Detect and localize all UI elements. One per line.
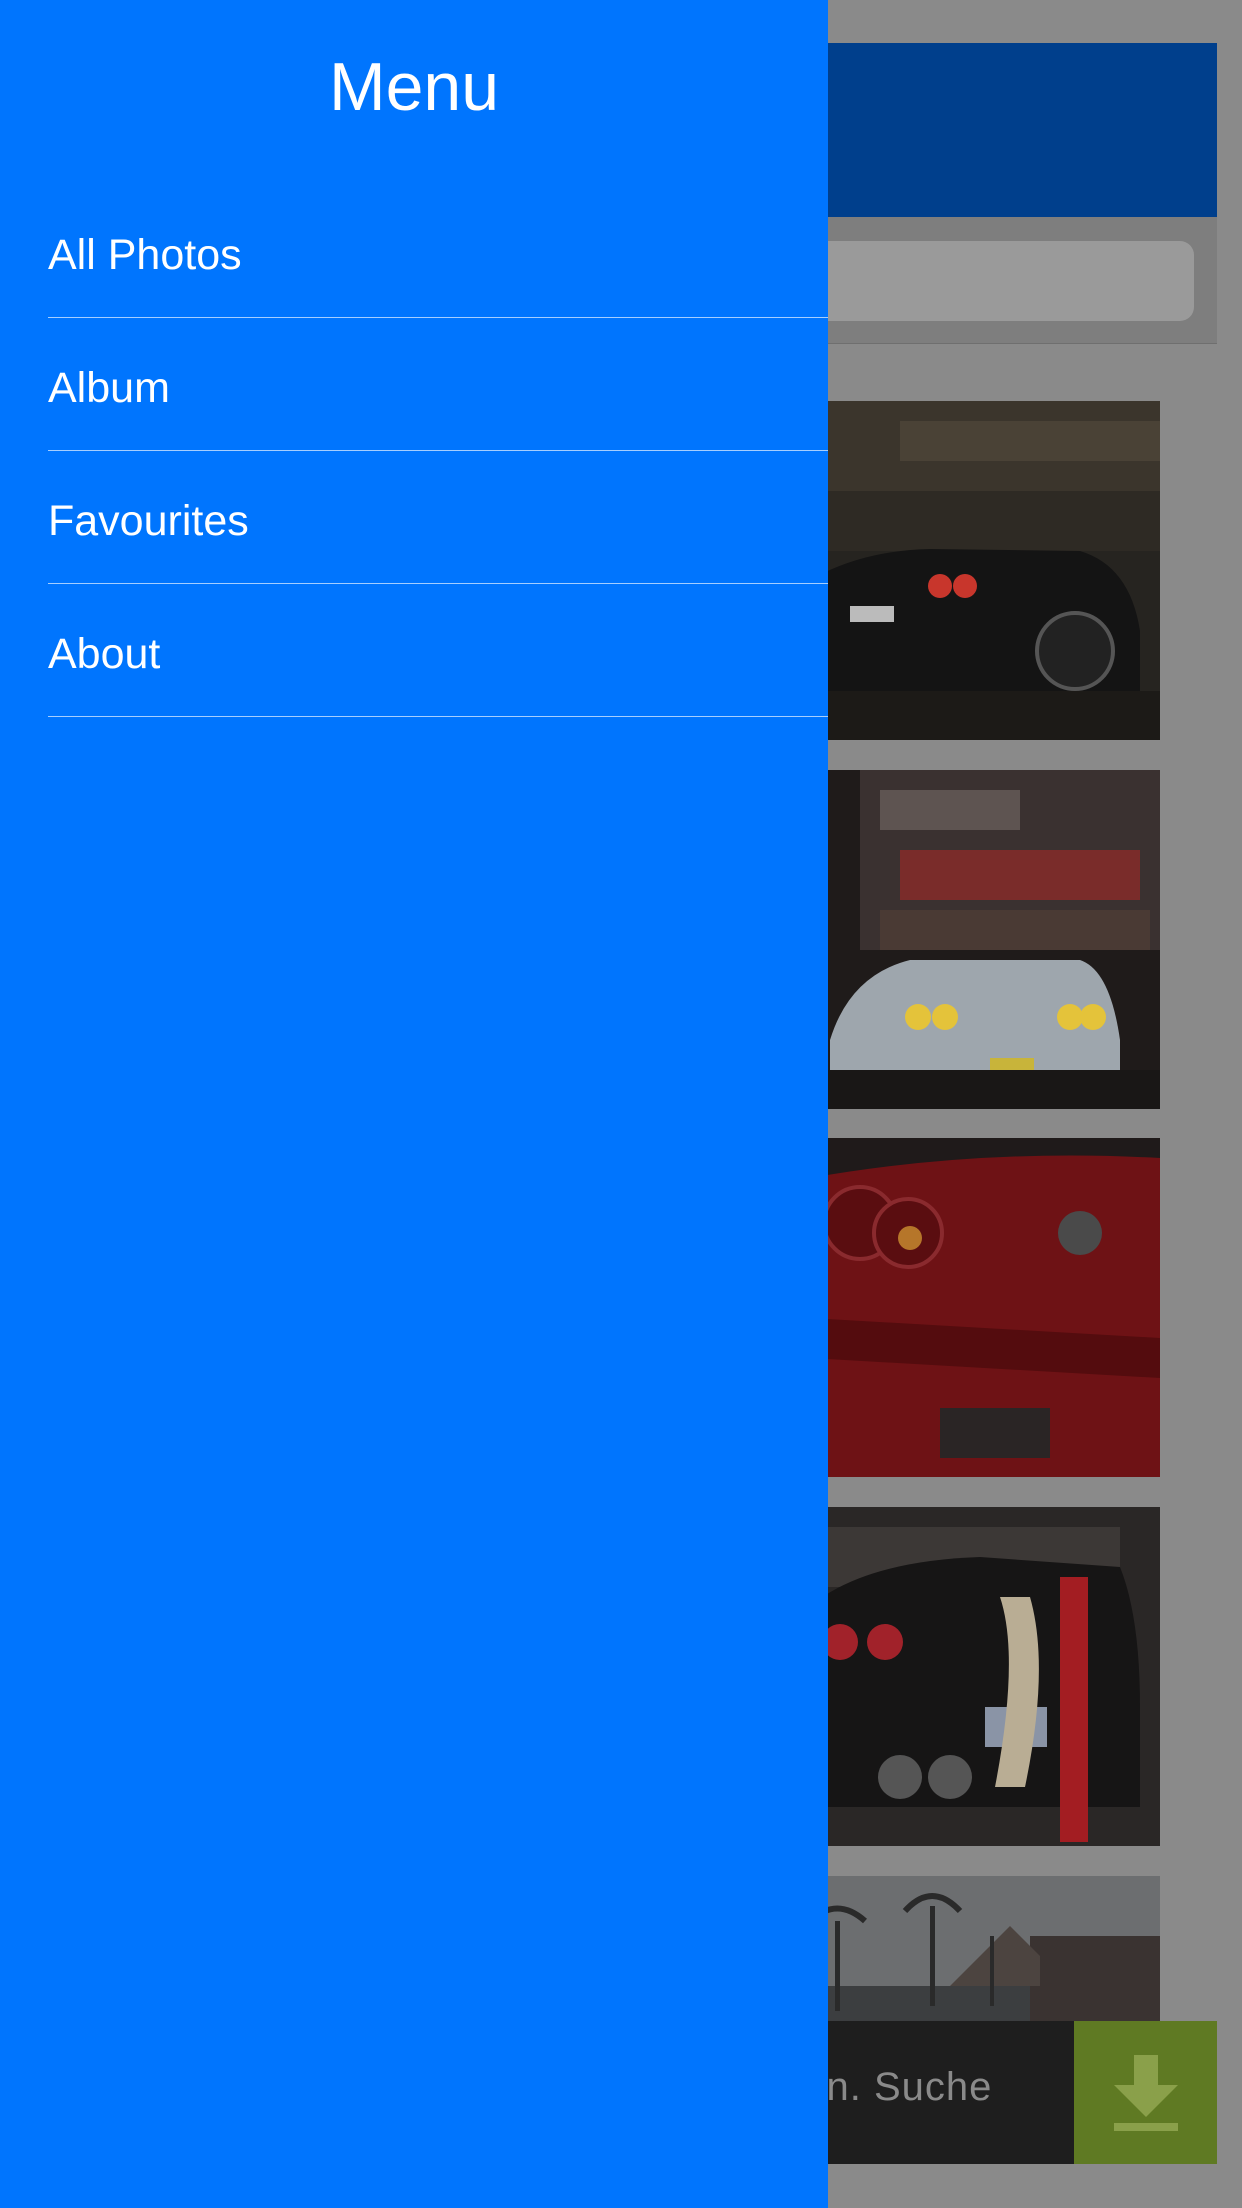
drawer-title: Menu — [328, 49, 500, 125]
menu-item-label: Favourites — [48, 497, 249, 545]
download-icon — [1113, 2054, 1178, 2131]
photo-thumbnail[interactable] — [780, 1876, 1160, 2026]
photo-thumbnail[interactable] — [780, 401, 1160, 740]
menu-item-album[interactable]: Album — [48, 318, 828, 451]
menu-list: All Photos Album Favourites About — [48, 185, 828, 717]
menu-item-all-photos[interactable]: All Photos — [48, 185, 828, 318]
photo-thumbnail[interactable] — [780, 1507, 1160, 1846]
menu-item-favourites[interactable]: Favourites — [48, 451, 828, 584]
download-button[interactable] — [1074, 2021, 1217, 2164]
menu-item-label: About — [48, 630, 161, 678]
menu-item-label: All Photos — [48, 231, 242, 279]
menu-item-about[interactable]: About — [48, 584, 828, 717]
menu-item-label: Album — [48, 364, 170, 412]
side-drawer: Menu All Photos Album Favourites About — [0, 0, 828, 2208]
photo-thumbnail[interactable] — [780, 1138, 1160, 1477]
photo-thumbnail[interactable] — [780, 770, 1160, 1109]
